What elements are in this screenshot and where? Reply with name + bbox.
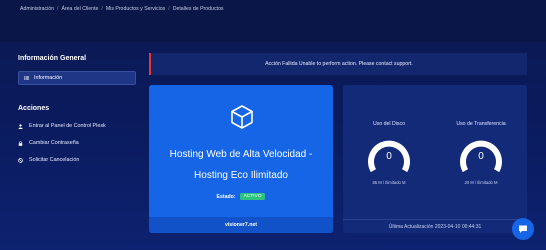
action-label: Solicitar Cancelación — [29, 157, 80, 163]
last-updated: Última Actualización 2023-04-10 00:44:31 — [343, 219, 527, 233]
disk-usage-title: Uso del Disco — [372, 121, 405, 127]
error-alert: Acción Fallida Unable to perform action.… — [149, 53, 527, 75]
breadcrumb-separator: / — [101, 6, 103, 12]
info-heading: Información General — [18, 55, 87, 62]
bandwidth-usage-title: Uso de Transferencia — [456, 121, 506, 127]
breadcrumb-client-area[interactable]: Área del Cliente — [61, 6, 98, 12]
breadcrumb-separator: / — [57, 6, 59, 12]
chat-button[interactable] — [512, 218, 534, 240]
status-badge: ACTIVO — [239, 193, 266, 200]
product-domain[interactable]: visioner7.net — [149, 217, 333, 233]
lock-icon — [18, 140, 23, 146]
user-icon — [18, 123, 23, 129]
bandwidth-usage-value: 0 — [478, 151, 484, 162]
usage-card: Uso del Disco 0 85 M / Ilimitado M Uso d… — [343, 85, 527, 233]
sidebar: Información General Información Acciones… — [18, 55, 136, 163]
breadcrumb-product-details: Detalles de Productos — [172, 6, 224, 12]
product-name-line-1: Hosting Web de Alta Velocidad - — [169, 149, 313, 160]
list-icon — [24, 76, 29, 79]
action-label: Cambiar Contraseña — [29, 140, 79, 146]
action-login-plesk[interactable]: Entrar al Panel de Control Plesk — [18, 123, 136, 129]
product-status: Estado: ACTIVO — [149, 193, 333, 200]
breadcrumb-my-products[interactable]: Mis Productos y Servicios — [106, 6, 165, 12]
breadcrumb: Administración / Área del Cliente / Mis … — [20, 6, 223, 12]
disk-usage-value: 0 — [386, 151, 392, 162]
breadcrumb-admin[interactable]: Administración — [20, 6, 54, 12]
action-request-cancellation[interactable]: Solicitar Cancelación — [18, 157, 136, 163]
bandwidth-usage-limit: 20 M / Ilimitado M — [464, 180, 498, 185]
product-card: Hosting Web de Alta Velocidad - Hosting … — [149, 85, 333, 233]
ban-icon — [18, 157, 23, 163]
action-change-password[interactable]: Cambiar Contraseña — [18, 140, 136, 146]
sidebar-item-information[interactable]: Información — [18, 71, 136, 85]
bandwidth-usage: Uso de Transferencia 0 20 M / Ilimitado … — [435, 85, 527, 215]
disk-usage-limit: 85 M / Ilimitado M — [372, 180, 406, 185]
sidebar-item-label: Información — [34, 75, 63, 81]
product-name-line-2: Hosting Eco Ilimitado — [194, 170, 288, 181]
status-label: Estado: — [216, 193, 236, 200]
chat-icon — [519, 225, 527, 233]
action-label: Entrar al Panel de Control Plesk — [29, 123, 106, 129]
actions-heading: Acciones — [18, 105, 50, 112]
box-icon — [231, 105, 253, 129]
disk-usage: Uso del Disco 0 85 M / Ilimitado M — [343, 85, 435, 215]
breadcrumb-separator: / — [168, 6, 170, 12]
alert-message: Acción Fallida Unable to perform action.… — [265, 61, 413, 67]
